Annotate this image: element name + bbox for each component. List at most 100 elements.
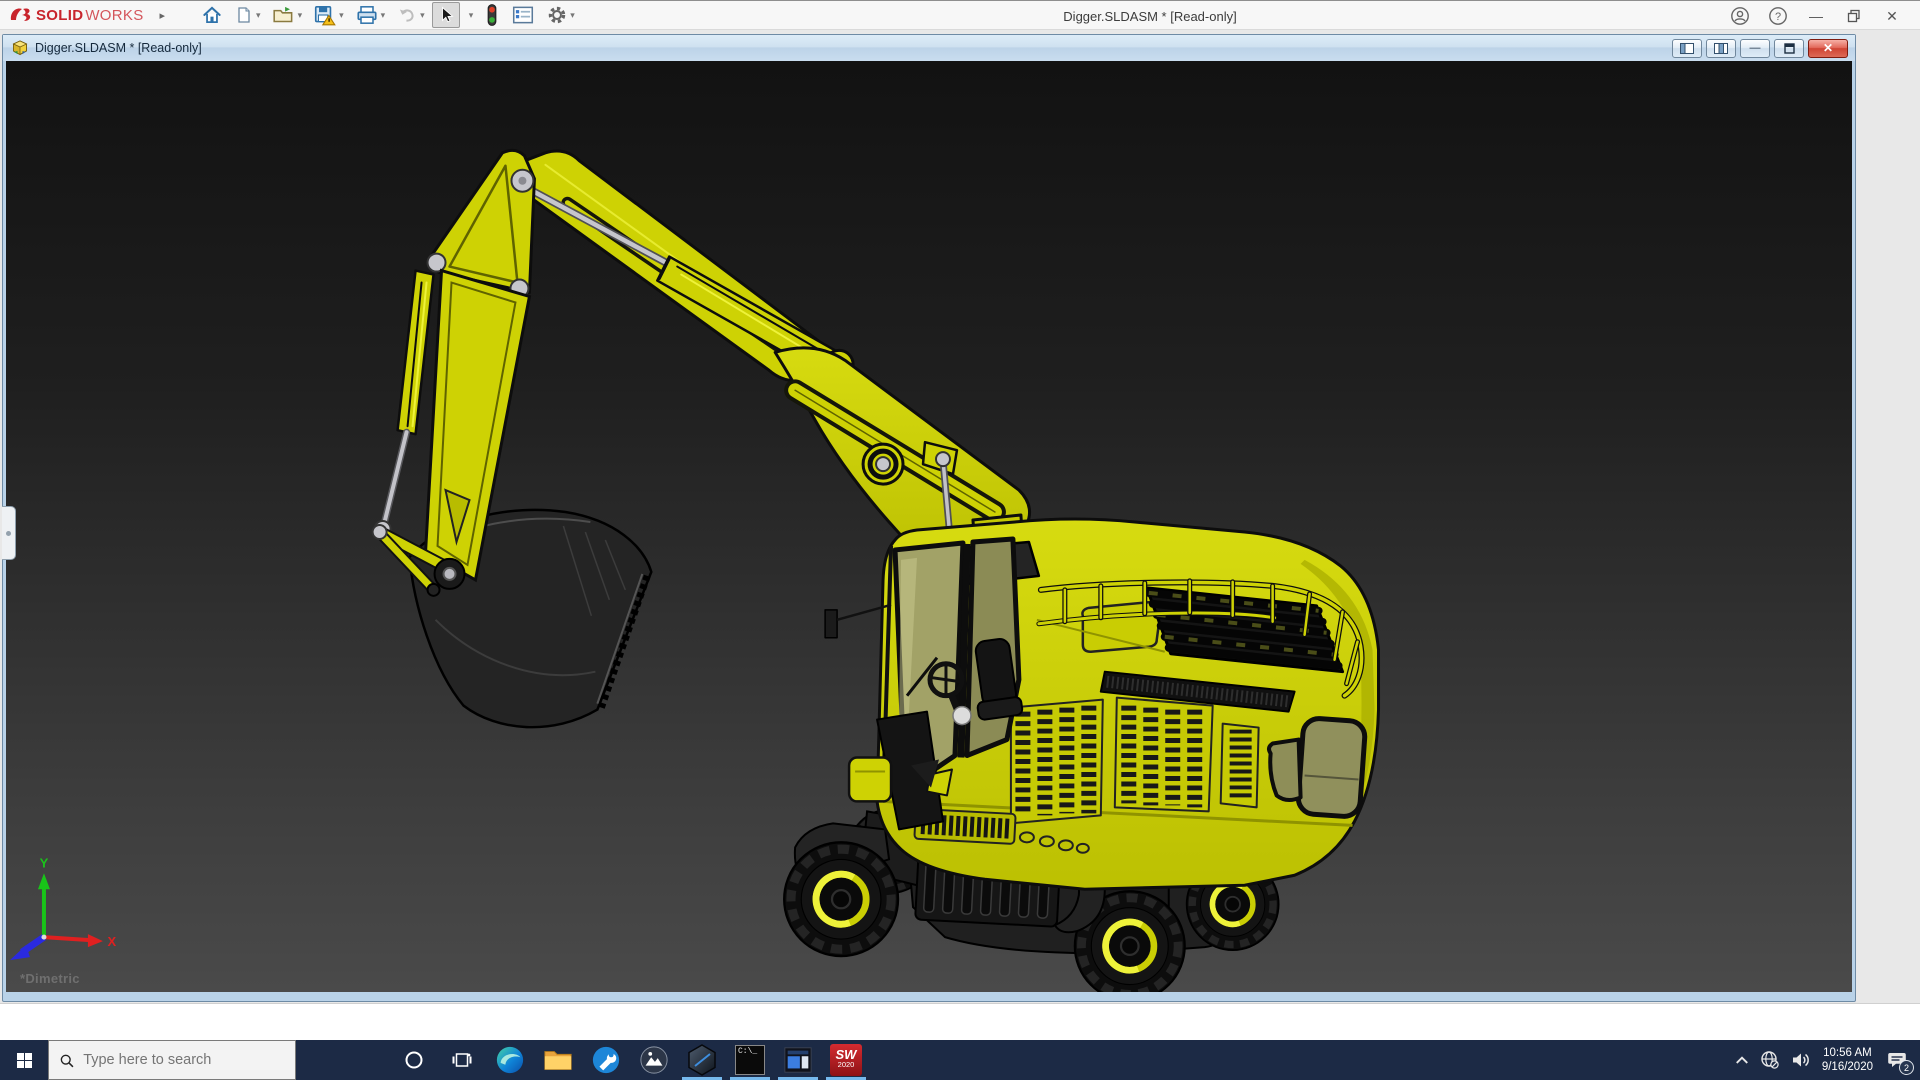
toolbar-flyout-arrow[interactable]: ▸ [160,9,166,22]
chevron-up-icon [1735,1054,1749,1066]
splitter-dot [6,531,11,536]
cortana-button[interactable] [390,1040,438,1080]
task-view-button[interactable] [438,1040,486,1080]
solidworks-app: SOLID WORKS ▸ ▾ [0,0,1920,1080]
gear-icon [546,4,568,26]
print-button[interactable]: ▾ [351,2,390,28]
restore-icon [1847,9,1861,23]
wrench-circle-icon [591,1045,621,1075]
select-button[interactable] [432,2,460,28]
taskbar-icon-hexagon-app[interactable] [678,1040,726,1080]
tray-time: 10:56 AM [1822,1046,1873,1060]
app-titlebar: SOLID WORKS ▸ ▾ [0,0,1920,30]
select-caret: ▾ [469,10,474,21]
traffic-light-icon [484,3,500,27]
triad-x-label: X [108,934,117,949]
document-window-controls: — ✕ [1672,39,1848,58]
tray-volume-button[interactable] [1791,1051,1811,1069]
windows-taskbar: C:\_ SW 2020 [0,1040,1920,1080]
featuremanager-splitter-tab[interactable] [2,506,16,560]
cortana-icon [404,1050,424,1070]
save-button[interactable]: ▾ [309,2,348,28]
document-close-button[interactable]: ✕ [1808,39,1848,58]
new-document-button[interactable]: ▾ [230,2,265,28]
tray-network-button[interactable] [1760,1050,1780,1070]
globe-network-icon [1760,1050,1780,1070]
select-cursor-icon [436,4,456,26]
print-caret: ▾ [381,10,386,21]
home-icon [201,4,223,26]
document-title: Digger.SLDASM * [Read-only] [35,41,1672,55]
svg-text:?: ? [1775,11,1781,23]
rebuild-button[interactable] [480,2,504,28]
solidworks-2020-icon: SW 2020 [830,1044,862,1076]
account-icon [1730,6,1750,26]
taskbar-search[interactable] [48,1040,296,1080]
pane-toggle-left-button[interactable] [1672,39,1702,58]
open-button[interactable]: ▾ [268,2,307,28]
app-title: Digger.SLDASM * [Read-only] [1063,1,1236,31]
pane-left-icon [1680,43,1694,54]
taskbar-icon-photos[interactable] [630,1040,678,1080]
select-caret-button[interactable]: ▾ [463,2,478,28]
notification-center-button[interactable]: 2 [1884,1047,1910,1073]
taskbar-icon-edge[interactable] [486,1040,534,1080]
tray-chevron-button[interactable] [1735,1054,1749,1066]
document-minimize-button[interactable]: — [1740,39,1770,58]
save-icon [313,4,337,26]
command-manager-button[interactable] [507,2,539,28]
brand-works: WORKS [85,7,143,24]
taskbar-icon-support-wrench[interactable] [582,1040,630,1080]
options-caret: ▾ [570,10,575,21]
document-restore-icon [1784,43,1795,54]
minimize-button[interactable]: — [1802,3,1830,29]
open-icon [272,4,296,26]
orientation-triad: Y X [10,855,117,960]
start-button[interactable] [0,1040,48,1080]
system-tray: 10:56 AM 9/16/2020 2 [1735,1040,1920,1080]
open-caret: ▾ [298,10,303,21]
document-restore-button[interactable] [1774,39,1804,58]
status-bar [0,1003,1920,1040]
undo-button[interactable]: ▾ [392,2,429,28]
pane-toggle-right-button[interactable] [1706,39,1736,58]
window-app-icon [783,1045,813,1075]
edge-icon [495,1045,525,1075]
help-icon: ? [1768,6,1788,26]
close-button[interactable]: ✕ [1878,3,1906,29]
taskbar-icon-command-prompt[interactable]: C:\_ [726,1040,774,1080]
rear-window [1297,718,1365,818]
file-explorer-icon [543,1047,573,1073]
notification-badge: 2 [1899,1060,1914,1075]
speaker-icon [1791,1051,1811,1069]
quick-toolbar: ▾ ▾ ▾ [197,2,579,28]
pane-right-icon [1714,43,1728,54]
triad-y-label: Y [40,855,49,870]
graphics-viewport[interactable]: Y X *Dimetric [6,61,1852,992]
home-button[interactable] [197,2,227,28]
taskbar-spacer [296,1040,390,1080]
restore-button[interactable] [1840,3,1868,29]
help-button[interactable]: ? [1764,3,1792,29]
view-orientation-label: *Dimetric [20,971,80,986]
taskbar-icon-window-app[interactable] [774,1040,822,1080]
new-document-icon [234,4,254,26]
document-titlebar[interactable]: Digger.SLDASM * [Read-only] — [3,35,1855,61]
command-prompt-icon: C:\_ [735,1045,765,1075]
taskbar-icon-file-explorer[interactable] [534,1040,582,1080]
account-button[interactable] [1726,3,1754,29]
tray-clock[interactable]: 10:56 AM 9/16/2020 [1822,1046,1873,1074]
command-manager-icon [511,4,535,26]
solidworks-logo-icon [8,5,34,25]
solidworks-logo: SOLID WORKS [0,5,144,25]
undo-icon [396,4,418,26]
assembly-icon [11,39,29,57]
excavator-model[interactable]: Y X [6,61,1852,992]
options-button[interactable]: ▾ [542,2,579,28]
search-icon [59,1052,74,1069]
windows-logo-icon [16,1052,33,1069]
taskbar-icon-solidworks[interactable]: SW 2020 [822,1040,870,1080]
tray-date: 9/16/2020 [1822,1060,1873,1074]
search-input[interactable] [83,1052,285,1068]
document-window: Digger.SLDASM * [Read-only] — [2,34,1856,1002]
